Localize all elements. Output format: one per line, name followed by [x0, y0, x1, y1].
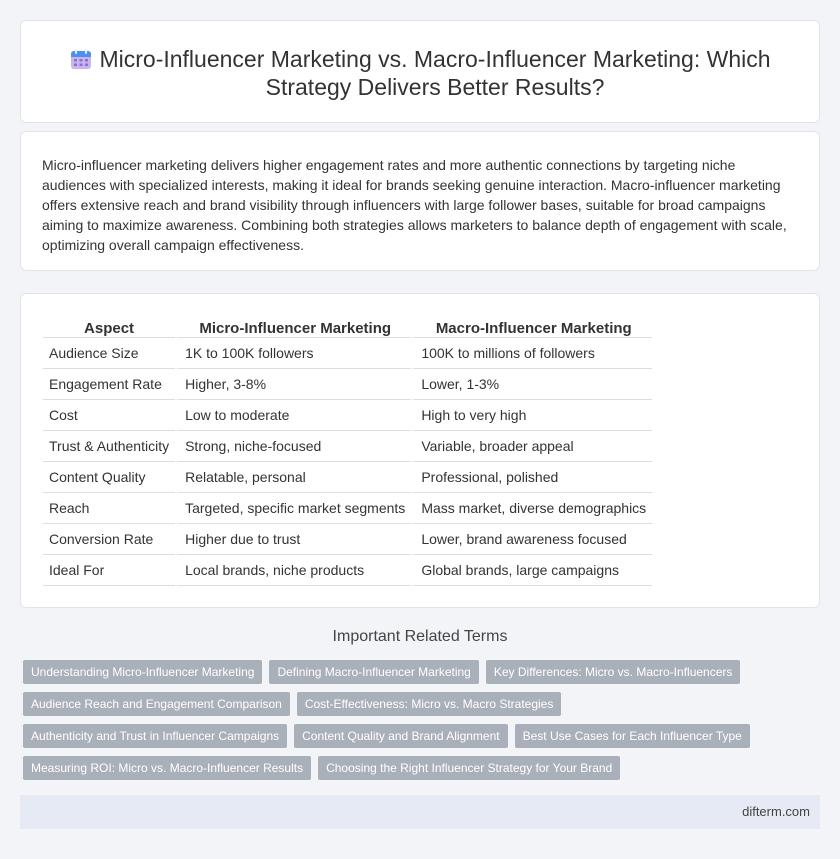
table-row: Content Quality Relatable, personal Profes… — [43, 462, 653, 493]
cell-micro: Low to moderate — [175, 400, 412, 431]
cell-aspect: Trust & Authenticity — [43, 431, 176, 462]
cell-macro: Variable, broader appeal — [411, 431, 653, 462]
cell-micro: Higher due to trust — [175, 524, 412, 555]
table-row: Conversion Rate Higher due to trust Lower,… — [43, 524, 653, 555]
related-term-tag[interactable]: Key Differences: Micro vs. Macro-Influen… — [485, 660, 741, 684]
cell-macro: Lower, 1-3% — [411, 369, 653, 400]
cell-micro: Higher, 3-8% — [175, 369, 412, 400]
cell-macro: High to very high — [411, 400, 653, 431]
header-micro: Micro-Influencer Marketing — [175, 316, 412, 338]
cell-micro: Relatable, personal — [175, 462, 412, 493]
cell-macro: Global brands, large campaigns — [411, 555, 653, 586]
cell-aspect: Cost — [43, 400, 176, 431]
header-macro: Macro-Influencer Marketing — [411, 316, 653, 338]
summary-card: Micro-influencer marketing delivers high… — [20, 131, 820, 271]
table-row: Trust & Authenticity Strong, niche-focuse… — [43, 431, 653, 462]
page-title: Micro-Influencer Marketing vs. Macro-Inf… — [99, 46, 771, 100]
cell-aspect: Audience Size — [43, 338, 176, 369]
table-row: Reach Targeted, specific market segments M… — [43, 493, 653, 524]
table-row: Cost Low to moderate High to very high — [43, 400, 653, 431]
cell-aspect: Reach — [43, 493, 176, 524]
cell-micro: Local brands, niche products — [175, 555, 412, 586]
cell-macro: Mass market, diverse demographics — [411, 493, 653, 524]
title-card: Micro-Influencer Marketing vs. Macro-Inf… — [20, 20, 820, 123]
comparison-table: Aspect Micro-Influencer Marketing Macro-… — [43, 316, 653, 586]
cell-micro: Strong, niche-focused — [175, 431, 412, 462]
cell-macro: 100K to millions of followers — [411, 338, 653, 369]
table-header-row: Aspect Micro-Influencer Marketing Macro-… — [43, 316, 653, 338]
cell-macro: Professional, polished — [411, 462, 653, 493]
cell-aspect: Engagement Rate — [43, 369, 176, 400]
header-aspect: Aspect — [43, 316, 176, 338]
table-row: Engagement Rate Higher, 3-8% Lower, 1-3% — [43, 369, 653, 400]
related-term-tag[interactable]: Understanding Micro-Influencer Marketing — [23, 660, 263, 684]
related-terms-list: Understanding Micro-Influencer Marketing… — [23, 660, 803, 780]
table-row: Ideal For Local brands, niche products Glo… — [43, 555, 653, 586]
footer-site-link[interactable]: difterm.com — [742, 804, 810, 819]
related-terms-title: Important Related Terms — [332, 628, 508, 645]
related-term-tag[interactable]: Measuring ROI: Micro vs. Macro-Influence… — [23, 756, 312, 780]
related-term-tag[interactable]: Choosing the Right Influencer Strategy f… — [318, 756, 621, 780]
cell-micro: 1K to 100K followers — [175, 338, 412, 369]
related-term-tag[interactable]: Authenticity and Trust in Influencer Cam… — [23, 724, 288, 748]
cell-aspect: Conversion Rate — [43, 524, 176, 555]
cell-aspect: Ideal For — [43, 555, 176, 586]
related-term-tag[interactable]: Defining Macro-Influencer Marketing — [269, 660, 479, 684]
related-term-tag[interactable]: Audience Reach and Engagement Comparison — [23, 692, 290, 716]
related-term-tag[interactable]: Best Use Cases for Each Influencer Type — [514, 724, 750, 748]
comparison-card: Aspect Micro-Influencer Marketing Macro-… — [20, 293, 820, 608]
footer: difterm.com — [20, 795, 820, 829]
summary-text: Micro-influencer marketing delivers high… — [42, 157, 787, 253]
cell-micro: Targeted, specific market segments — [175, 493, 412, 524]
related-term-tag[interactable]: Cost-Effectiveness: Micro vs. Macro Stra… — [296, 692, 562, 716]
related-term-tag[interactable]: Content Quality and Brand Alignment — [294, 724, 508, 748]
cell-aspect: Content Quality — [43, 462, 176, 493]
cell-macro: Lower, brand awareness focused — [411, 524, 653, 555]
table-row: Audience Size 1K to 100K followers 100K to… — [43, 338, 653, 369]
